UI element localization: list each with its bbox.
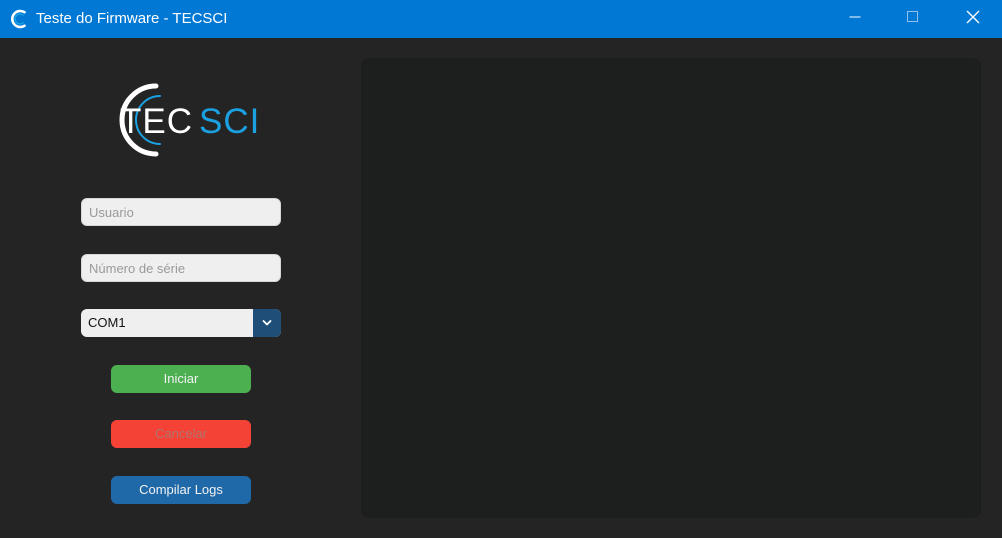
app-ring-icon bbox=[10, 9, 30, 29]
port-select-dropdown-button[interactable] bbox=[253, 309, 281, 337]
window-title: Teste do Firmware - TECSCI bbox=[36, 10, 228, 27]
cancel-button[interactable]: Cancelar bbox=[111, 420, 251, 448]
log-output-panel[interactable] bbox=[361, 58, 981, 518]
app-window: Teste do Firmware - TECSCI TEC SCI Usuar… bbox=[0, 0, 1002, 538]
chevron-down-icon bbox=[262, 314, 272, 332]
minimize-icon bbox=[849, 10, 861, 28]
maximize-icon bbox=[907, 10, 919, 28]
start-button[interactable]: Iniciar bbox=[111, 365, 251, 393]
logo-text-tec: TEC bbox=[120, 102, 193, 141]
serial-number-input[interactable] bbox=[81, 254, 281, 282]
close-button[interactable] bbox=[944, 0, 1002, 38]
title-bar[interactable]: Teste do Firmware - TECSCI bbox=[0, 0, 1002, 38]
close-icon bbox=[966, 10, 980, 29]
maximize-button[interactable] bbox=[884, 0, 942, 38]
port-select[interactable]: COM1 bbox=[81, 309, 281, 337]
brand-logo: TEC SCI bbox=[98, 68, 264, 172]
port-select-value: COM1 bbox=[88, 315, 126, 330]
logo-text-sci: SCI bbox=[199, 102, 260, 141]
username-input[interactable] bbox=[81, 198, 281, 226]
minimize-button[interactable] bbox=[826, 0, 884, 38]
compile-logs-button[interactable]: Compilar Logs bbox=[111, 476, 251, 504]
